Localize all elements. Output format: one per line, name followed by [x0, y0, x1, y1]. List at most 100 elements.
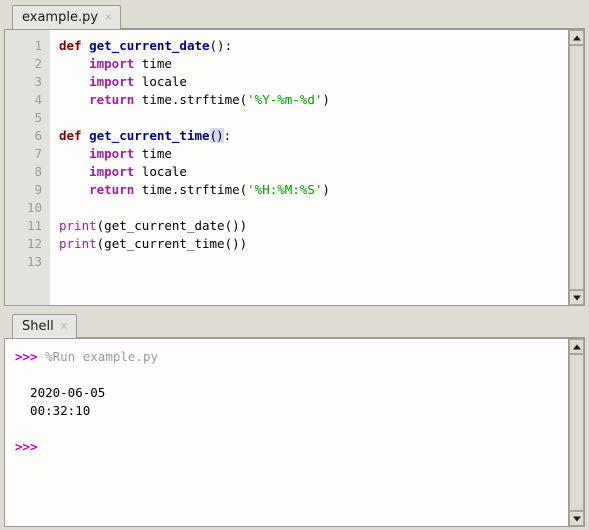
code-token: import: [89, 56, 135, 71]
line-number: 4: [34, 92, 42, 107]
code-token: locale: [134, 74, 187, 89]
line-number: 8: [34, 164, 42, 179]
close-icon[interactable]: ×: [103, 12, 113, 23]
line-number: 2: [34, 56, 42, 71]
shell-token: 2020-06-05: [15, 385, 106, 400]
thonny-window: example.py × 1 2 3 4 5 6 7 8 9 10 11 12 13 def get_c…: [0, 0, 589, 530]
shell-token: >>>: [15, 349, 38, 364]
shell-line: >>> %Run example.py: [15, 348, 568, 366]
line-number: 7: [34, 146, 42, 161]
code-token: ): [322, 182, 330, 197]
code-token: (get_current_time()): [96, 236, 248, 251]
code-token: time.strftime(: [134, 182, 248, 197]
line-number-gutter: 1 2 3 4 5 6 7 8 9 10 11 12 13: [5, 30, 50, 305]
shell-token: >>>: [15, 439, 38, 454]
editor-scroll-track[interactable]: [569, 45, 584, 290]
shell-line: 00:32:10: [15, 402, 568, 420]
scroll-down-arrow-icon[interactable]: [569, 290, 584, 305]
shell-panel: Shell × >>> %Run example.py 2020-06-05 0…: [4, 312, 585, 527]
code-token: time: [134, 146, 172, 161]
code-token: ): [322, 92, 330, 107]
line-number: 9: [34, 182, 42, 197]
code-line: def get_current_time():: [59, 127, 568, 145]
shell-scroll-thumb[interactable]: [569, 354, 584, 511]
code-text-area[interactable]: def get_current_date(): import time impo…: [50, 30, 568, 305]
editor-tab-bar-filler: [121, 5, 585, 29]
code-token: '%H:%M:%S': [247, 182, 323, 197]
code-line: return time.strftime('%Y-%m-%d'): [59, 91, 568, 109]
shell-tab-bar-filler: [77, 314, 585, 338]
editor-tab-bar: example.py ×: [4, 3, 585, 29]
shell-tab-bar: Shell ×: [4, 312, 585, 338]
code-token: import: [89, 146, 135, 161]
scroll-up-arrow-icon[interactable]: [569, 339, 584, 354]
code-token: ): [216, 128, 224, 143]
close-icon[interactable]: ×: [59, 321, 69, 332]
code-token: get_current_time: [89, 128, 210, 143]
shell-line: >>>: [15, 438, 568, 456]
editor-tab-label: example.py: [22, 10, 99, 25]
code-token: :: [223, 128, 232, 143]
code-token: (get_current_date()): [96, 218, 248, 233]
shell-token: [38, 349, 46, 364]
editor-vertical-scrollbar[interactable]: [568, 30, 584, 305]
code-token: print: [59, 218, 97, 233]
code-line: return time.strftime('%H:%M:%S'): [59, 181, 568, 199]
editor-panel: example.py × 1 2 3 4 5 6 7 8 9 10 11 12 13 def get_c…: [4, 3, 585, 306]
shell-tab-label: Shell: [22, 319, 54, 334]
line-number: 3: [34, 74, 42, 89]
code-token: return: [89, 182, 135, 197]
editor-scroll-thumb[interactable]: [569, 45, 584, 290]
line-number: 1: [34, 38, 42, 53]
shell-vertical-scrollbar[interactable]: [568, 339, 584, 526]
code-line: print(get_current_date()): [59, 217, 568, 235]
code-token: def: [59, 128, 82, 143]
scroll-down-arrow-icon[interactable]: [569, 511, 584, 526]
line-number: 6: [34, 128, 42, 143]
code-token: '%Y-%m-%d': [247, 92, 323, 107]
shell-tab[interactable]: Shell ×: [12, 314, 78, 338]
code-token: import: [89, 164, 135, 179]
editor-tab-example-py[interactable]: example.py ×: [12, 5, 122, 29]
shell-token: 00:32:10: [15, 403, 91, 418]
code-line: import locale: [59, 163, 568, 181]
code-token: time: [134, 56, 172, 71]
code-line: import time: [59, 55, 568, 73]
line-number: 10: [26, 200, 42, 215]
shell-token: %Run example.py: [45, 349, 158, 364]
code-token: ():: [209, 38, 233, 53]
shell-scroll-track[interactable]: [569, 354, 584, 511]
code-line: def get_current_date():: [59, 37, 568, 55]
code-line: import time: [59, 145, 568, 163]
editor-body: 1 2 3 4 5 6 7 8 9 10 11 12 13 def get_current_date()…: [4, 29, 585, 306]
line-number: 11: [26, 218, 42, 233]
shell-body: >>> %Run example.py 2020-06-05 00:32:10 …: [4, 338, 585, 527]
line-number: 12: [26, 236, 42, 251]
line-number: 13: [26, 254, 42, 269]
code-token: time.strftime(: [134, 92, 248, 107]
shell-output-area[interactable]: >>> %Run example.py 2020-06-05 00:32:10 …: [5, 339, 568, 526]
code-token: return: [89, 92, 135, 107]
code-token: locale: [134, 164, 187, 179]
code-token: import: [89, 74, 135, 89]
shell-line: 2020-06-05: [15, 384, 568, 402]
code-token: def: [59, 38, 82, 53]
code-token: print: [59, 236, 97, 251]
scroll-up-arrow-icon[interactable]: [569, 30, 584, 45]
code-line: print(get_current_time()): [59, 235, 568, 253]
line-number: 5: [34, 110, 42, 125]
code-token: get_current_date: [89, 38, 210, 53]
